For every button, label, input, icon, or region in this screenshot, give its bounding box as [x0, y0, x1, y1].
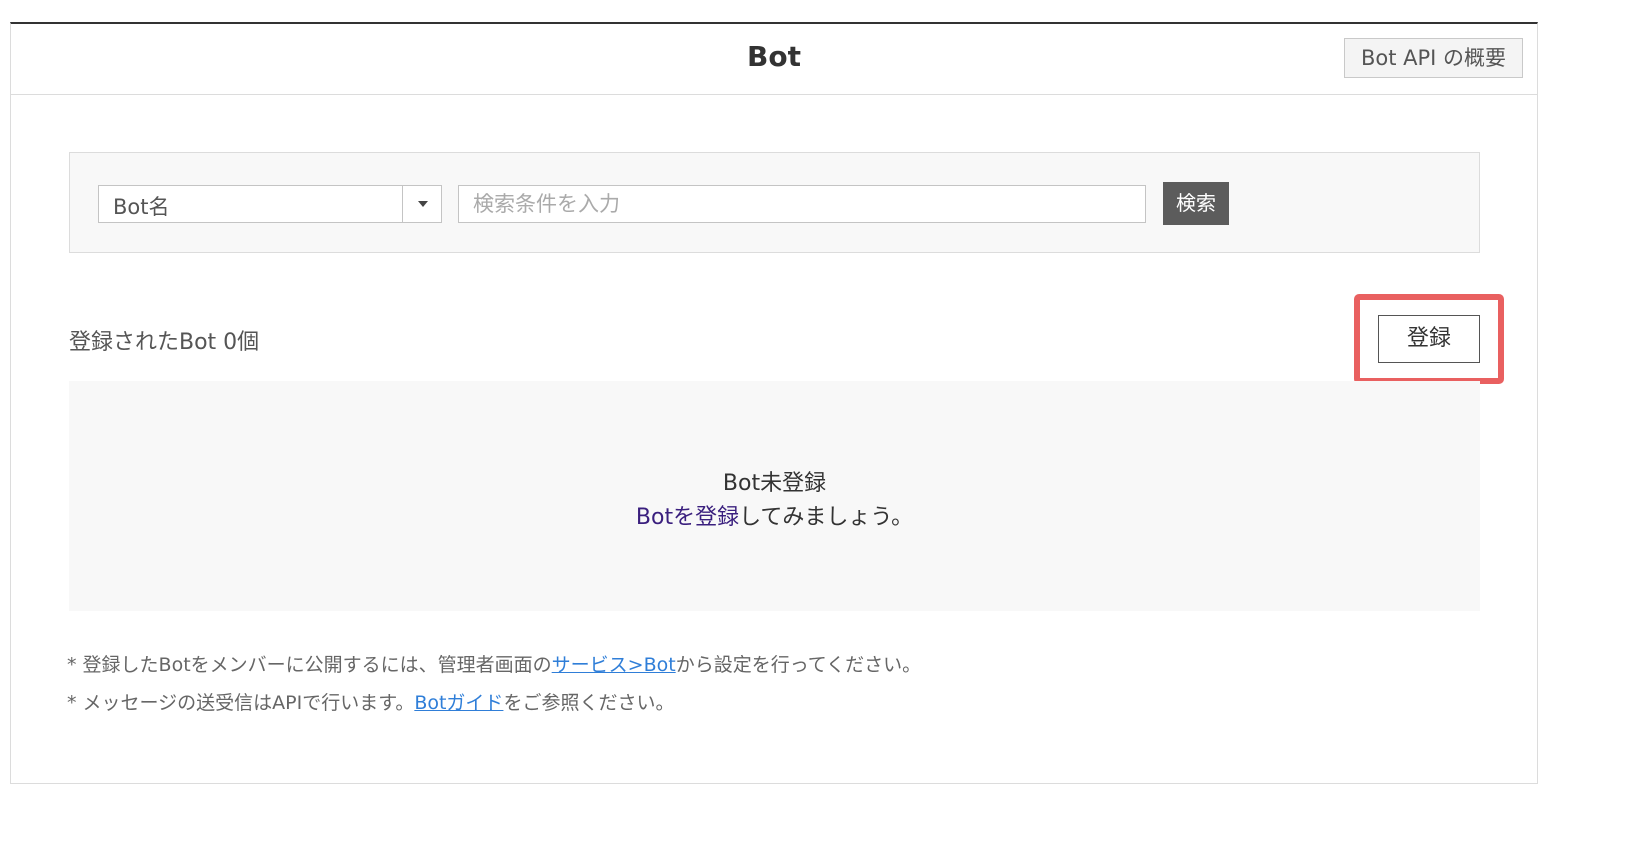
- notes: * 登録したBotをメンバーに公開するには、管理者画面のサービス>Botから設定…: [67, 646, 921, 722]
- bot-guide-link[interactable]: Botガイド: [414, 692, 503, 714]
- search-input[interactable]: [458, 185, 1146, 223]
- empty-state-message: Botを登録してみましょう。: [69, 499, 1480, 531]
- note-messaging-prefix: * メッセージの送受信はAPIで行います。: [67, 692, 415, 714]
- empty-state-title: Bot未登録: [722, 471, 827, 496]
- select-divider: [402, 186, 403, 222]
- register-bot-link[interactable]: Botを登録: [636, 505, 739, 530]
- panel-header: Bot Bot API の概要: [11, 24, 1537, 95]
- bot-count-label: 登録されたBot 0個: [69, 330, 260, 355]
- note-publish: * 登録したBotをメンバーに公開するには、管理者画面のサービス>Botから設定…: [67, 646, 921, 684]
- note-messaging: * メッセージの送受信はAPIで行います。Botガイドをご参照ください。: [67, 684, 921, 722]
- chevron-down-icon: [418, 201, 428, 207]
- register-button[interactable]: 登録: [1378, 315, 1480, 363]
- empty-state-suffix: してみましょう。: [739, 505, 914, 530]
- note-messaging-suffix: をご参照ください。: [503, 692, 675, 714]
- select-value: Bot名: [113, 195, 170, 219]
- search-button[interactable]: 検索: [1163, 182, 1229, 225]
- search-bar: Bot名 検索: [69, 152, 1480, 253]
- note-publish-prefix: * 登録したBotをメンバーに公開するには、管理者画面の: [67, 654, 552, 676]
- search-field-select[interactable]: Bot名: [98, 185, 442, 223]
- empty-state: Bot未登録 Botを登録してみましょう。: [69, 381, 1480, 611]
- bot-panel: Bot Bot API の概要 Bot名 検索 登録されたBot 0個 登録 B…: [10, 22, 1538, 784]
- bot-api-overview-button[interactable]: Bot API の概要: [1343, 38, 1523, 78]
- note-publish-suffix: から設定を行ってください。: [675, 654, 922, 676]
- service-bot-link[interactable]: サービス>Bot: [552, 654, 676, 676]
- page-title: Bot: [747, 40, 801, 73]
